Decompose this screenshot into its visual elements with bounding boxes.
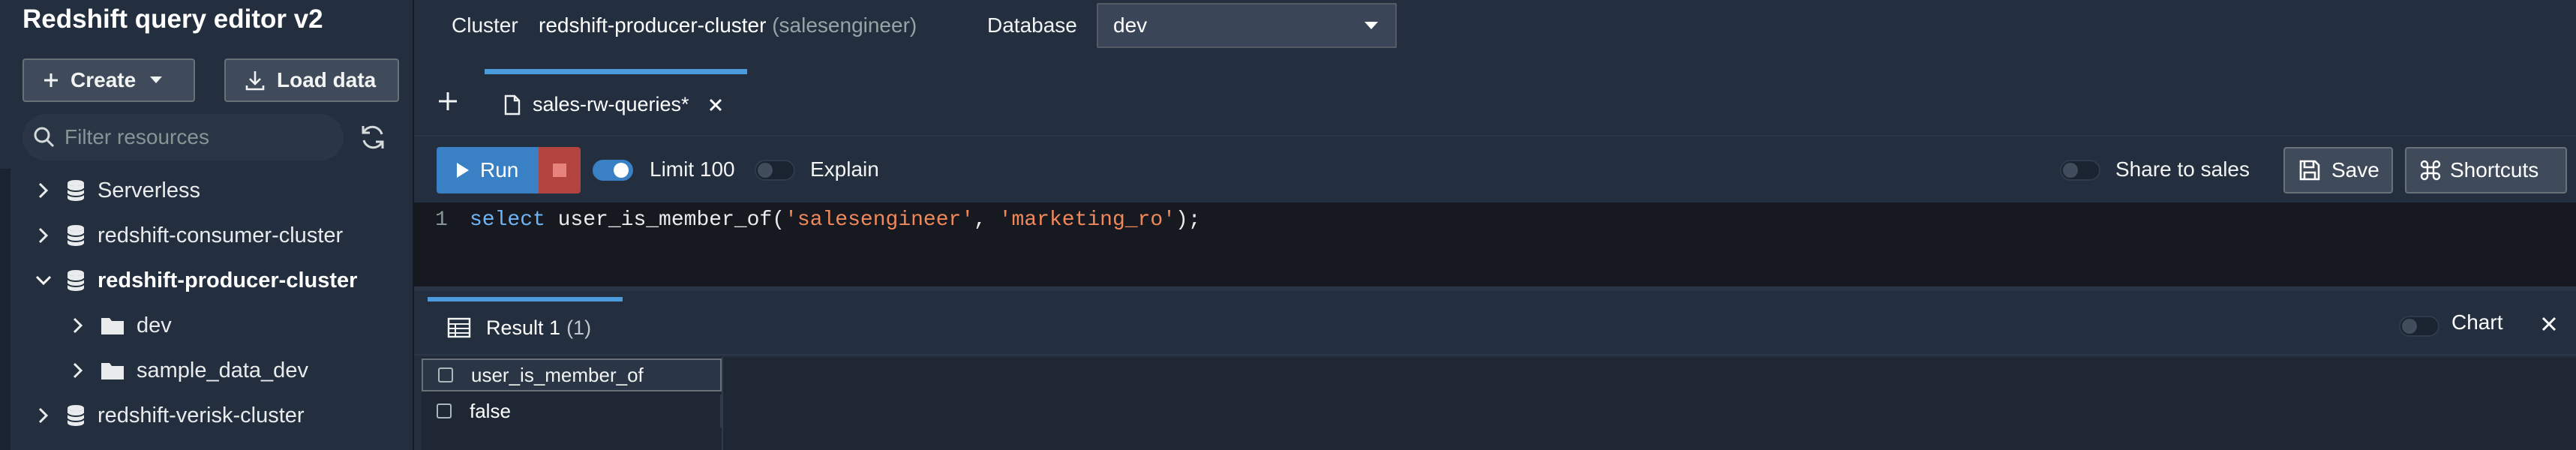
create-button-label: Create <box>71 68 137 92</box>
editor-tabs: sales-rw-queries* <box>414 69 2576 136</box>
column-divider <box>722 357 723 450</box>
chevron-right-icon[interactable] <box>33 182 54 199</box>
stop-button[interactable] <box>539 147 581 194</box>
tree-item-sample-data-dev[interactable]: sample_data_dev <box>68 352 308 388</box>
file-icon <box>504 94 521 115</box>
database-icon <box>66 404 86 428</box>
plus-icon <box>44 74 58 87</box>
main-panel: Cluster redshift-producer-cluster (sales… <box>413 0 2576 450</box>
select-all-checkbox[interactable] <box>438 368 453 382</box>
sql-keyword: select <box>470 208 545 232</box>
tree-item-label: redshift-producer-cluster <box>98 268 358 292</box>
tree-item-label: Serverless <box>98 178 200 202</box>
folder-icon <box>101 316 125 335</box>
chart-toggle[interactable] <box>2399 316 2439 337</box>
close-icon[interactable] <box>2541 316 2556 332</box>
column-header[interactable]: user_is_member_of <box>422 358 722 392</box>
sql-separator: , <box>974 208 999 232</box>
table-icon <box>447 317 471 338</box>
database-icon <box>66 268 86 292</box>
sql-string: 'salesengineer' <box>785 208 974 232</box>
load-data-label: Load data <box>277 68 377 92</box>
tree-item-serverless[interactable]: Serverless <box>33 172 200 208</box>
run-label: Run <box>480 158 519 182</box>
download-icon <box>245 71 265 91</box>
result-count: (1) <box>566 316 592 339</box>
line-number: 1 <box>435 208 448 232</box>
explain-toggle[interactable] <box>755 160 795 181</box>
filter-resources <box>23 114 344 160</box>
cluster-label: Cluster <box>452 14 518 37</box>
limit-label: Limit 100 <box>650 158 735 181</box>
load-data-button[interactable]: Load data <box>224 58 399 102</box>
command-icon <box>2420 160 2441 181</box>
database-select[interactable]: dev <box>1097 3 1397 48</box>
database-icon <box>66 224 86 248</box>
filter-resources-input[interactable] <box>65 125 335 149</box>
chevron-right-icon[interactable] <box>68 317 89 334</box>
result-tab-label: Result 1 <box>486 316 561 339</box>
chevron-right-icon[interactable] <box>33 227 54 244</box>
cluster-user: (salesengineer) <box>772 14 917 37</box>
table-cell: false <box>470 399 511 422</box>
tree-item-producer-cluster[interactable]: redshift-producer-cluster <box>33 262 357 298</box>
table-row[interactable]: false <box>422 394 722 428</box>
tab-sales-rw-queries[interactable]: sales-rw-queries* <box>485 69 747 135</box>
code-line[interactable]: select user_is_member_of('salesengineer'… <box>470 208 1201 232</box>
run-button[interactable]: Run <box>437 147 539 194</box>
shortcuts-button[interactable]: Shortcuts <box>2405 147 2567 194</box>
sidebar: Redshift query editor v2 Create Load dat… <box>0 0 413 450</box>
database-value: dev <box>1113 14 1148 37</box>
connection-bar: Cluster redshift-producer-cluster (sales… <box>414 0 2576 54</box>
column-header-label: user_is_member_of <box>471 363 644 386</box>
shortcuts-label: Shortcuts <box>2450 158 2539 182</box>
explain-label: Explain <box>810 158 879 181</box>
close-tab-icon[interactable] <box>709 98 722 112</box>
tree-item-label: dev <box>137 313 172 338</box>
results-grid: user_is_member_of false <box>422 357 2576 450</box>
save-button[interactable]: Save <box>2283 147 2393 194</box>
cluster-name: redshift-producer-cluster <box>539 14 767 37</box>
tree-item-label: redshift-verisk-cluster <box>98 403 305 428</box>
limit-toggle[interactable] <box>593 160 633 181</box>
add-tab-icon[interactable] <box>437 90 459 112</box>
sql-function: user_is_member_of( <box>545 208 785 232</box>
tree-item-consumer-cluster[interactable]: redshift-consumer-cluster <box>33 218 343 254</box>
caret-down-icon <box>150 76 163 83</box>
play-icon <box>457 163 469 178</box>
chevron-right-icon[interactable] <box>33 407 54 424</box>
chevron-down-icon[interactable] <box>33 275 54 286</box>
save-icon <box>2299 160 2320 181</box>
sql-close: ); <box>1175 208 1201 232</box>
chevron-right-icon[interactable] <box>68 362 89 379</box>
search-icon <box>34 127 55 148</box>
app-title: Redshift query editor v2 <box>23 4 323 34</box>
save-label: Save <box>2331 158 2379 182</box>
refresh-icon[interactable] <box>359 123 387 152</box>
share-label: Share to sales <box>2115 158 2250 181</box>
tree-item-dev[interactable]: dev <box>68 308 172 344</box>
create-button[interactable]: Create <box>23 58 195 102</box>
tab-label: sales-rw-queries* <box>533 93 689 116</box>
share-toggle[interactable] <box>2060 160 2100 181</box>
tab-result-1[interactable]: Result 1 (1) <box>428 297 623 354</box>
results-bar: Result 1 (1) Chart <box>414 294 2576 356</box>
chart-label: Chart <box>2451 310 2503 334</box>
sql-editor[interactable]: 1 select user_is_member_of('salesenginee… <box>414 202 2576 291</box>
database-label: Database <box>987 14 1077 37</box>
caret-down-icon <box>1365 22 1378 29</box>
sql-string: 'marketing_ro' <box>998 208 1175 232</box>
database-icon <box>66 178 86 202</box>
editor-toolbar: Run Limit 100 Explain Share to sales Sav… <box>414 147 2576 194</box>
cluster-selector[interactable]: redshift-producer-cluster (salesengineer… <box>539 14 917 38</box>
tree-item-label: sample_data_dev <box>137 358 308 382</box>
tree-item-label: redshift-consumer-cluster <box>98 223 344 248</box>
tree-item-verisk-cluster[interactable]: redshift-verisk-cluster <box>33 398 305 434</box>
stop-icon <box>553 164 566 177</box>
folder-icon <box>101 361 125 380</box>
sidebar-edge <box>0 169 11 450</box>
row-checkbox[interactable] <box>437 404 452 418</box>
